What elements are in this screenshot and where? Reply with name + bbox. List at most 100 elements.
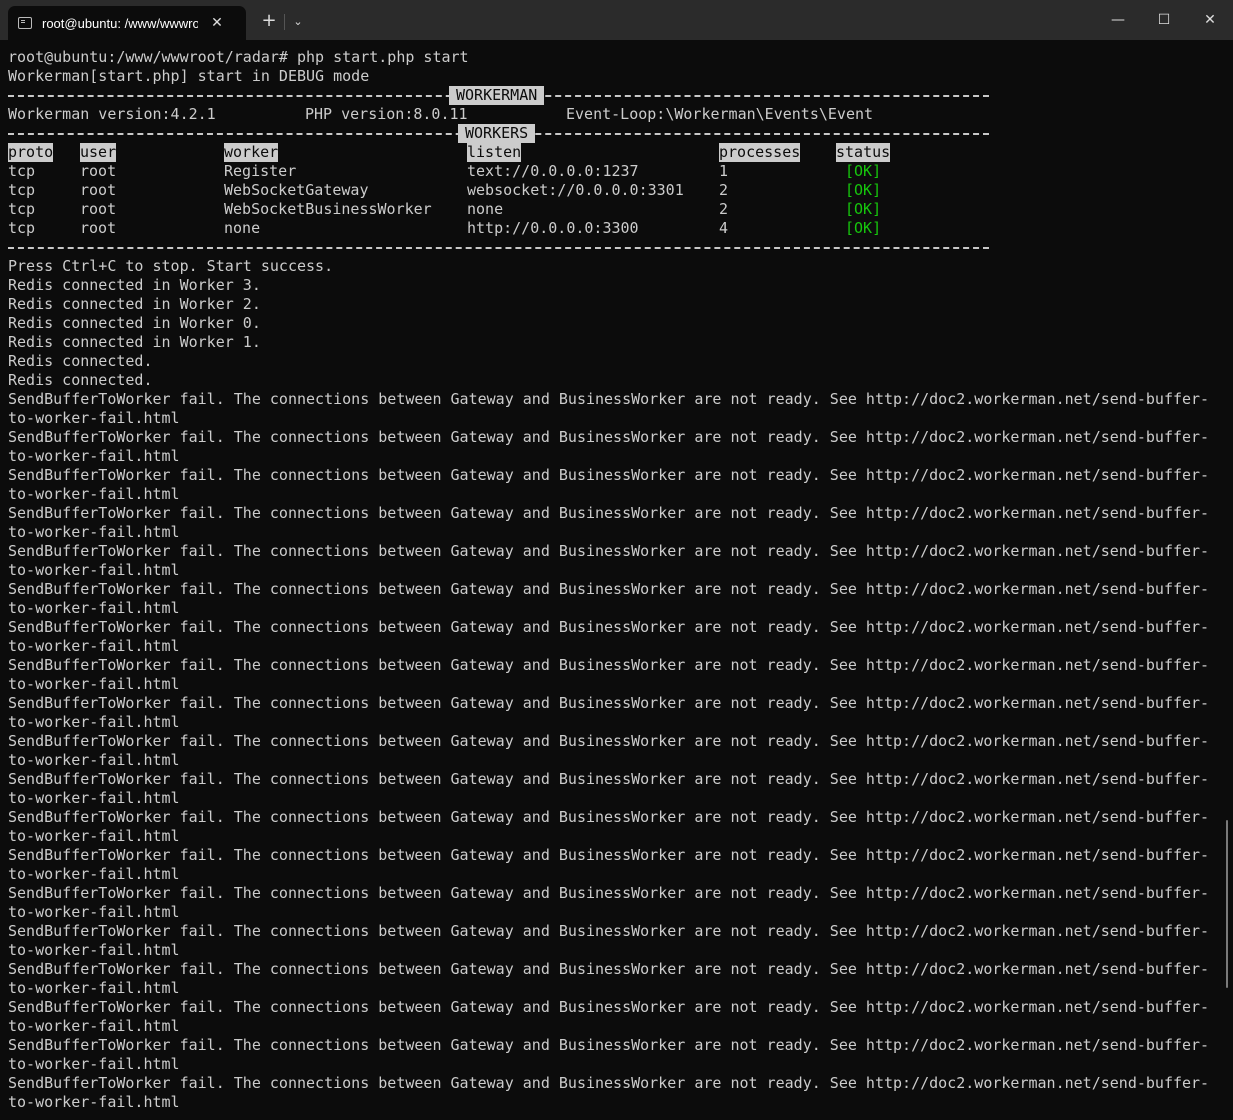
terminal-output[interactable]: root@ubuntu:/www/wwwroot/radar# php star… — [8, 48, 1220, 1120]
error-line: SendBufferToWorker fail. The connections… — [8, 960, 1210, 978]
cell-processes: 2 — [719, 200, 729, 218]
error-line: SendBufferToWorker fail. The connections… — [8, 808, 1210, 826]
tab-title: root@ubuntu: /www/wwwroot/radar — [42, 15, 198, 31]
log-line: Redis connected in Worker 1. — [8, 333, 261, 351]
cell-user: root — [80, 200, 117, 218]
cell-worker: WebSocketBusinessWorker — [224, 200, 432, 218]
error-line-wrap: to-worker-fail.html — [8, 903, 180, 921]
error-line-wrap: to-worker-fail.html — [8, 409, 180, 427]
error-line-wrap: to-worker-fail.html — [8, 751, 180, 769]
log-line: Redis connected in Worker 2. — [8, 295, 261, 313]
error-line: SendBufferToWorker fail. The connections… — [8, 694, 1210, 712]
title-bar: root@ubuntu: /www/wwwroot/radar ✕ + ⌄ — … — [0, 0, 1233, 40]
error-line-wrap: to-worker-fail.html — [8, 1093, 180, 1111]
php-version: PHP version:8.0.11 — [305, 105, 468, 123]
close-tab-icon[interactable]: ✕ — [208, 15, 226, 31]
error-line: SendBufferToWorker fail. The connections… — [8, 884, 1210, 902]
table-row: tcp root WebSocketGateway websocket://0.… — [8, 181, 1220, 200]
error-line: SendBufferToWorker fail. The connections… — [8, 428, 1210, 446]
cell-processes: 2 — [719, 181, 729, 199]
workerman-label: WORKERMAN — [449, 86, 545, 105]
cell-listen: websocket://0.0.0.0:3301 — [467, 181, 684, 199]
cell-worker: WebSocketGateway — [224, 181, 369, 199]
terminal-icon — [18, 17, 32, 29]
workers-label: WORKERS — [458, 124, 536, 143]
close-window-button[interactable]: ✕ — [1187, 0, 1233, 40]
workerman-rule: WORKERMAN — [8, 86, 1220, 105]
cell-status: [OK] — [845, 162, 882, 180]
prompt-line: root@ubuntu:/www/wwwroot/radar# php star… — [8, 48, 469, 66]
terminal-tab[interactable]: root@ubuntu: /www/wwwroot/radar ✕ — [8, 6, 246, 40]
header-processes: processes — [719, 143, 801, 162]
error-line: SendBufferToWorker fail. The connections… — [8, 580, 1210, 598]
error-line: SendBufferToWorker fail. The connections… — [8, 998, 1210, 1016]
table-header: proto user worker listen processes statu… — [8, 143, 1220, 162]
new-tab-button[interactable]: + — [258, 10, 280, 32]
cell-listen: http://0.0.0.0:3300 — [467, 219, 639, 237]
error-line: SendBufferToWorker fail. The connections… — [8, 922, 1210, 940]
scrollbar-thumb[interactable] — [1226, 820, 1228, 988]
error-line-wrap: to-worker-fail.html — [8, 865, 180, 883]
cell-processes: 1 — [719, 162, 729, 180]
error-line-wrap: to-worker-fail.html — [8, 599, 180, 617]
minimize-button[interactable]: — — [1095, 0, 1141, 40]
error-line: SendBufferToWorker fail. The connections… — [8, 504, 1210, 522]
cell-listen: none — [467, 200, 504, 218]
error-line-wrap: to-worker-fail.html — [8, 675, 180, 693]
error-log: SendBufferToWorker fail. The connections… — [8, 390, 1220, 1112]
error-line: SendBufferToWorker fail. The connections… — [8, 466, 1210, 484]
error-line-wrap: to-worker-fail.html — [8, 523, 180, 541]
table-row: tcp root WebSocketBusinessWorker none 2 … — [8, 200, 1220, 219]
header-user: user — [80, 143, 117, 162]
cell-user: root — [80, 162, 117, 180]
event-loop: Event-Loop:\Workerman\Events\Event — [566, 105, 874, 123]
cell-proto: tcp — [8, 162, 36, 180]
log-line: Press Ctrl+C to stop. Start success. — [8, 257, 334, 275]
header-listen: listen — [467, 143, 522, 162]
table-end-rule — [8, 238, 1220, 257]
error-line: SendBufferToWorker fail. The connections… — [8, 618, 1210, 636]
cell-proto: tcp — [8, 181, 36, 199]
error-line-wrap: to-worker-fail.html — [8, 561, 180, 579]
error-line-wrap: to-worker-fail.html — [8, 1055, 180, 1073]
error-line: SendBufferToWorker fail. The connections… — [8, 390, 1210, 408]
error-line-wrap: to-worker-fail.html — [8, 1017, 180, 1035]
cell-status: [OK] — [845, 219, 882, 237]
header-worker: worker — [224, 143, 279, 162]
header-status: status — [836, 143, 891, 162]
log-line: Redis connected in Worker 0. — [8, 314, 261, 332]
cell-processes: 4 — [719, 219, 729, 237]
error-line-wrap: to-worker-fail.html — [8, 827, 180, 845]
cell-status: [OK] — [845, 200, 882, 218]
log-line: Redis connected. — [8, 371, 153, 389]
workers-rule: WORKERS — [8, 124, 1220, 143]
cell-proto: tcp — [8, 219, 36, 237]
table-row: tcp root Register text://0.0.0.0:1237 1 … — [8, 162, 1220, 181]
table-row: tcp root none http://0.0.0.0:3300 4 [OK] — [8, 219, 1220, 238]
cell-proto: tcp — [8, 200, 36, 218]
cell-worker: none — [224, 219, 261, 237]
error-line-wrap: to-worker-fail.html — [8, 485, 180, 503]
error-line-wrap: to-worker-fail.html — [8, 637, 180, 655]
maximize-button[interactable]: ☐ — [1141, 0, 1187, 40]
header-proto: proto — [8, 143, 54, 162]
cell-worker: Register — [224, 162, 297, 180]
error-line: SendBufferToWorker fail. The connections… — [8, 846, 1210, 864]
error-line-wrap: to-worker-fail.html — [8, 941, 180, 959]
error-line: SendBufferToWorker fail. The connections… — [8, 1036, 1210, 1054]
version-line: Workerman version:4.2.1 PHP version:8.0.… — [8, 105, 1220, 124]
cell-status: [OK] — [845, 181, 882, 199]
error-line: SendBufferToWorker fail. The connections… — [8, 770, 1210, 788]
tab-divider — [284, 14, 285, 30]
error-line-wrap: to-worker-fail.html — [8, 713, 180, 731]
chevron-down-icon[interactable]: ⌄ — [288, 12, 308, 32]
mode-line: Workerman[start.php] start in DEBUG mode — [8, 67, 370, 85]
cell-listen: text://0.0.0.0:1237 — [467, 162, 639, 180]
log-line: Redis connected in Worker 3. — [8, 276, 261, 294]
error-line-wrap: to-worker-fail.html — [8, 447, 180, 465]
error-line: SendBufferToWorker fail. The connections… — [8, 732, 1210, 750]
error-line-wrap: to-worker-fail.html — [8, 979, 180, 997]
error-line: SendBufferToWorker fail. The connections… — [8, 542, 1210, 560]
error-line: SendBufferToWorker fail. The connections… — [8, 656, 1210, 674]
log-line: Redis connected. — [8, 352, 153, 370]
